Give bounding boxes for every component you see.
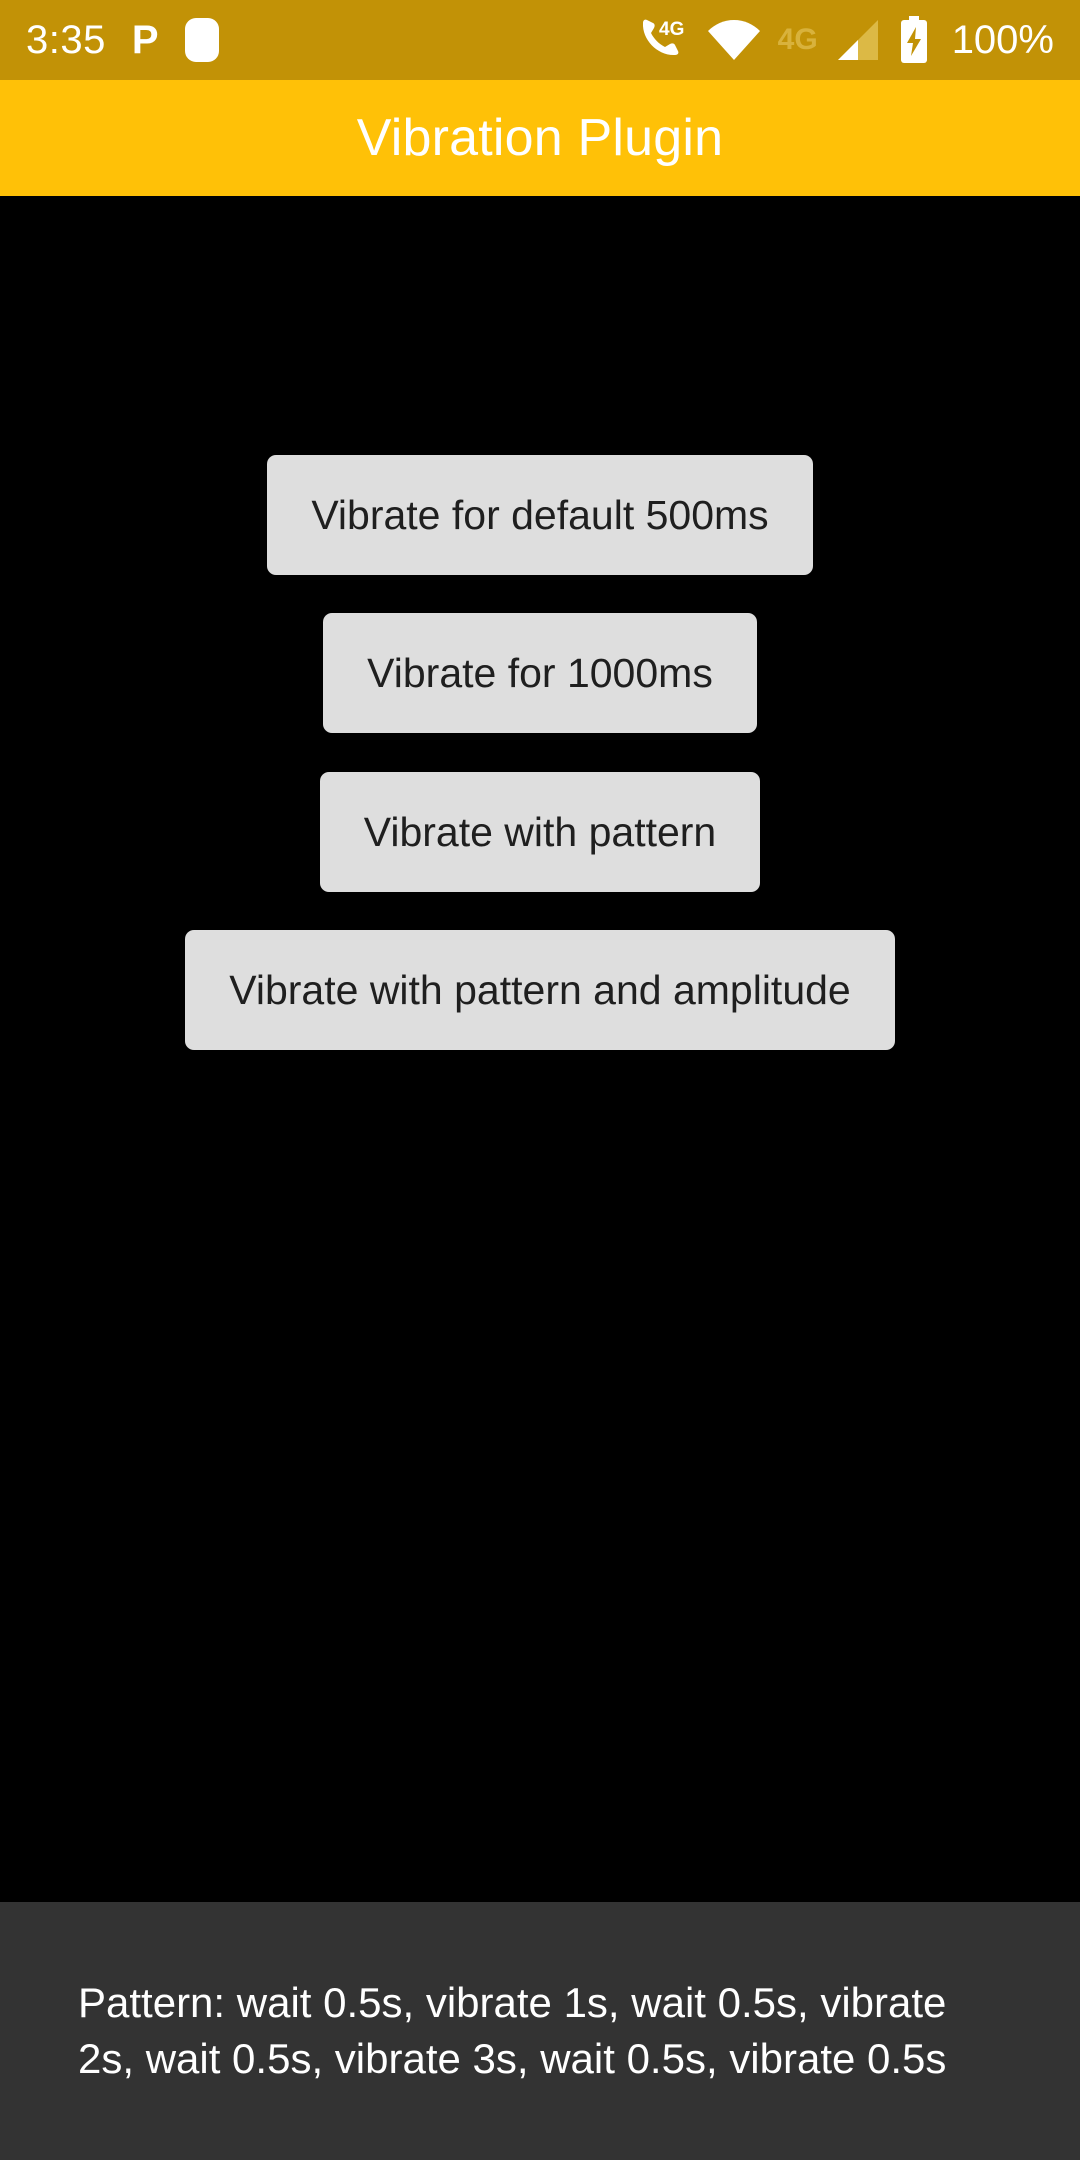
volte-call-4g-icon: 4G (638, 17, 690, 63)
page-title: Vibration Plugin (356, 109, 724, 167)
wifi-icon (706, 18, 762, 62)
mobile-network-4g-label: 4G (777, 23, 818, 56)
pocketcasts-p-glyph: P (131, 18, 159, 62)
status-bar-clock: 3:35 (26, 18, 106, 62)
app-bar: Vibration Plugin (0, 80, 1080, 196)
app-screen: 3:35 P 4G 4G 100% Vibration Plugin Vibra… (0, 0, 1080, 2160)
vibrate-pattern-amplitude-button[interactable]: Vibrate with pattern and amplitude (185, 930, 895, 1050)
svg-text:4G: 4G (659, 19, 684, 40)
snackbar-message: Pattern: wait 0.5s, vibrate 1s, wait 0.5… (78, 1979, 947, 2082)
signal-bars-icon (834, 18, 882, 62)
status-bar: 3:35 P 4G 4G 100% (0, 0, 1080, 80)
vibrate-1000ms-button[interactable]: Vibrate for 1000ms (323, 613, 757, 733)
status-bar-left-group: 3:35 P (26, 18, 219, 62)
pocketcasts-p-icon: P (132, 20, 159, 60)
battery-charging-icon (898, 16, 930, 64)
status-bar-right-group: 4G 4G 100% (638, 16, 1054, 64)
snackbar[interactable]: Pattern: wait 0.5s, vibrate 1s, wait 0.5… (0, 1902, 1080, 2160)
main-content: Vibrate for default 500ms Vibrate for 10… (0, 196, 1080, 1902)
battery-percentage-label: 100% (951, 18, 1054, 62)
vibrate-default-500ms-button[interactable]: Vibrate for default 500ms (267, 455, 813, 575)
vibrate-pattern-button[interactable]: Vibrate with pattern (319, 772, 761, 892)
rounded-square-icon (184, 18, 219, 62)
